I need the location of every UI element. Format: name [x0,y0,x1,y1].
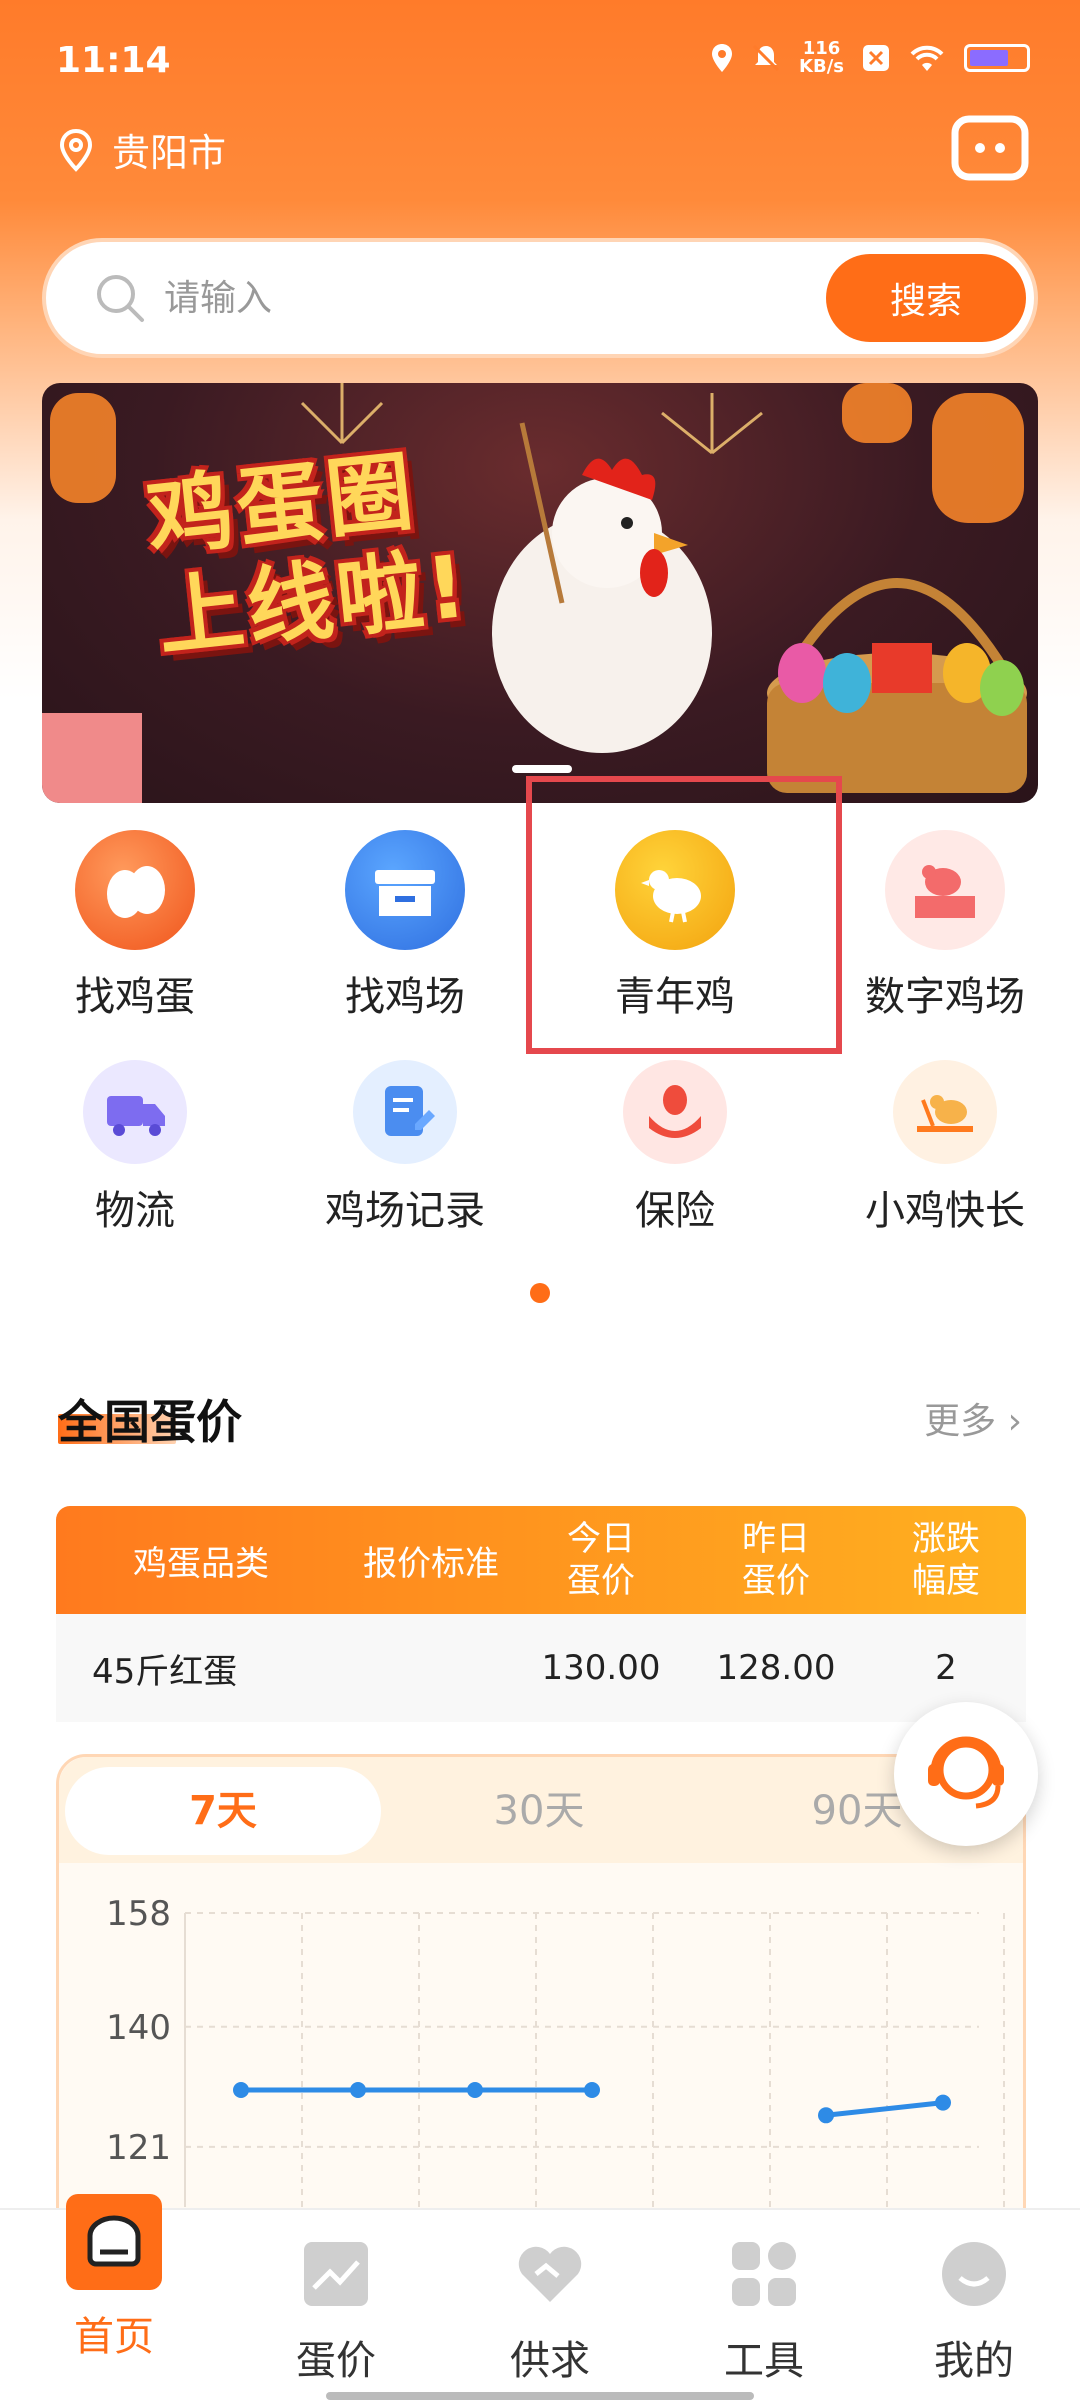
nav-tools[interactable]: 工具 [656,2238,872,2386]
search-input[interactable] [164,268,724,328]
grid-page-indicator [530,1283,550,1303]
message-button[interactable] [950,114,1030,184]
bottom-nav: 首页 蛋价 供求 工具 我的 [0,2194,1080,2408]
store-icon [345,830,465,950]
profile-smile-icon [942,2242,1006,2306]
chick-grow-icon [893,1060,997,1164]
mute-icon [752,44,780,72]
data-point [818,2107,834,2124]
home-page: 11:14 116 KB/s 贵阳市 搜索 [0,0,1080,2408]
price-line-chart: 158140121102 [106,1894,1005,2207]
banner-indicator [512,765,572,773]
farm-icon [885,830,1005,950]
cell-today: 130.00 [541,1648,661,1688]
record-icon [353,1060,457,1164]
wifi-icon [910,45,944,71]
data-point [233,2082,249,2098]
chat-icon [951,115,1029,181]
home-indicator [326,2392,754,2400]
data-point [350,2082,366,2098]
nav-home[interactable]: 首页 [6,2194,222,2362]
cell-category: 45斤红蛋 [92,1651,238,1692]
grid-item-insurance[interactable]: 保险 [540,1060,810,1236]
nfc-icon [863,45,889,71]
data-point [935,2094,951,2111]
table-row[interactable]: 45斤红蛋 130.00 128.00 2 [56,1614,1026,1722]
location-selector[interactable]: 贵阳市 [58,122,226,177]
chevron-right-icon: › [1007,1401,1022,1442]
cell-yesterday: 128.00 [716,1648,836,1688]
nav-profile[interactable]: 我的 [866,2238,1080,2386]
highlight-annotation-box [526,776,842,1054]
data-point [467,2082,483,2098]
nav-supply-demand[interactable]: 供求 [442,2238,658,2386]
status-bar: 11:14 116 KB/s [0,0,1080,120]
trend-chart-icon [304,2242,368,2306]
y-tick-label: 121 [106,2128,171,2168]
grid-item-farm-records[interactable]: 鸡场记录 [270,1060,540,1236]
location-pin-icon [59,128,93,172]
customer-service-button[interactable] [894,1702,1038,1846]
header-today: 今日 蛋价 [567,1519,635,1601]
city-name: 贵阳市 [112,131,227,175]
data-point [584,2082,600,2098]
status-icons: 116 KB/s [711,40,1030,76]
section-title: 全国蛋价 [58,1395,242,1449]
y-tick-label: 140 [106,2008,171,2048]
status-time: 11:14 [56,40,171,81]
grid-item-find-eggs[interactable]: 找鸡蛋 [0,830,270,1022]
range-tabs: 7天 30天 90天 [59,1757,1023,1863]
header-category: 鸡蛋品类 [133,1543,269,1584]
home-icon [66,2194,162,2290]
promo-banner[interactable]: 鸡蛋圈 上线啦! [42,383,1038,803]
header-change: 涨跌 幅度 [912,1519,980,1601]
cell-change: 2 [935,1648,957,1688]
series-line-segment [825,2100,944,2118]
net-speed: 116 KB/s [799,38,844,77]
nav-egg-price[interactable]: 蛋价 [228,2238,444,2386]
location-status-icon [712,44,733,72]
battery-icon [964,44,1030,72]
grid-apps-icon [732,2242,796,2306]
tab-30-days[interactable]: 30天 [381,1767,697,1855]
more-link[interactable]: 更多 › [924,1392,1022,1444]
table-header: 鸡蛋品类 报价标准 今日 蛋价 昨日 蛋价 涨跌 幅度 [56,1506,1026,1614]
grid-item-find-farms[interactable]: 找鸡场 [270,830,540,1022]
search-button[interactable]: 搜索 [826,254,1026,342]
insurance-icon [623,1060,727,1164]
headset-icon [928,1736,1004,1809]
search-bar: 搜索 [42,238,1038,358]
grid-item-chick-grow[interactable]: 小鸡快长 [810,1060,1080,1236]
y-tick-label: 158 [106,1894,171,1934]
grid-item-digital-farm[interactable]: 数字鸡场 [810,830,1080,1022]
header-standard: 报价标准 [363,1543,499,1584]
truck-icon [83,1060,187,1164]
price-table: 鸡蛋品类 报价标准 今日 蛋价 昨日 蛋价 涨跌 幅度 45斤红蛋 130.00 12… [56,1506,1026,1722]
tab-7-days[interactable]: 7天 [65,1767,381,1855]
search-icon [97,275,144,322]
header-yesterday: 昨日 蛋价 [742,1519,810,1601]
egg-icon [75,830,195,950]
banner-title: 鸡蛋圈 上线啦! [142,441,475,669]
handshake-icon [518,2246,582,2302]
grid-item-logistics[interactable]: 物流 [0,1060,270,1236]
